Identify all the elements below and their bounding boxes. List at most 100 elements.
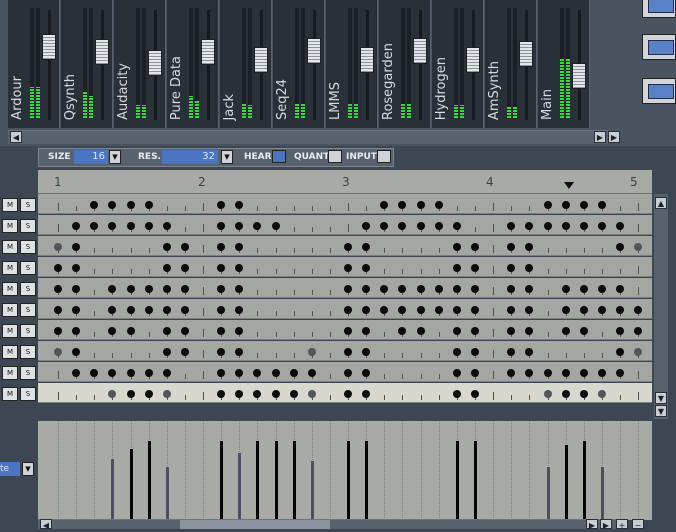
note-dot[interactable] — [434, 201, 443, 209]
note-dot[interactable] — [579, 285, 588, 293]
velocity-mode-field[interactable]: te — [0, 462, 20, 476]
velocity-bar[interactable] — [365, 440, 369, 520]
mixer-scroll-right-end-button[interactable]: ▶ — [608, 131, 620, 143]
note-dot[interactable] — [416, 306, 425, 314]
note-dot[interactable] — [470, 369, 479, 377]
note-dot[interactable] — [162, 390, 171, 398]
velocity-bar[interactable] — [165, 466, 169, 520]
note-dot[interactable] — [235, 327, 244, 335]
size-dropdown-button[interactable]: ▼ — [109, 150, 121, 164]
note-dot[interactable] — [470, 285, 479, 293]
note-dot[interactable] — [162, 348, 171, 356]
note-dot[interactable] — [162, 327, 171, 335]
note-dot[interactable] — [634, 348, 643, 356]
note-dot[interactable] — [579, 306, 588, 314]
note-dot[interactable] — [616, 222, 625, 230]
note-dot[interactable] — [217, 222, 226, 230]
row-mute-button[interactable]: M — [2, 282, 18, 296]
velocity-scroll-left-button[interactable]: ◀ — [40, 519, 52, 530]
note-dot[interactable] — [362, 306, 371, 314]
playhead-marker[interactable] — [564, 182, 575, 189]
note-dot[interactable] — [543, 369, 552, 377]
note-dot[interactable] — [235, 243, 244, 251]
note-dot[interactable] — [470, 327, 479, 335]
note-dot[interactable] — [452, 285, 461, 293]
note-dot[interactable] — [344, 285, 353, 293]
fader-knob[interactable] — [360, 46, 374, 73]
note-dot[interactable] — [162, 306, 171, 314]
note-dot[interactable] — [180, 285, 189, 293]
note-dot[interactable] — [579, 327, 588, 335]
note-dot[interactable] — [634, 306, 643, 314]
note-dot[interactable] — [543, 390, 552, 398]
note-dot[interactable] — [561, 390, 570, 398]
note-dot[interactable] — [452, 327, 461, 335]
note-dot[interactable] — [289, 369, 298, 377]
note-dot[interactable] — [597, 369, 606, 377]
note-dot[interactable] — [634, 243, 643, 251]
velocity-bar[interactable] — [238, 452, 242, 520]
note-dot[interactable] — [561, 306, 570, 314]
note-dot[interactable] — [162, 285, 171, 293]
note-dot[interactable] — [597, 390, 606, 398]
note-dot[interactable] — [579, 222, 588, 230]
note-dot[interactable] — [525, 285, 534, 293]
note-dot[interactable] — [525, 327, 534, 335]
note-dot[interactable] — [271, 222, 280, 230]
velocity-bar[interactable] — [600, 466, 604, 520]
row-solo-button[interactable]: S — [20, 240, 36, 254]
note-dot[interactable] — [452, 348, 461, 356]
note-dot[interactable] — [434, 306, 443, 314]
mixer-scroll-left-button[interactable]: ◀ — [10, 131, 22, 143]
note-dot[interactable] — [72, 243, 81, 251]
velocity-bar[interactable] — [473, 440, 477, 520]
note-dot[interactable] — [616, 348, 625, 356]
note-dot[interactable] — [162, 369, 171, 377]
note-dot[interactable] — [108, 327, 117, 335]
beat-ruler[interactable]: 1 2 3 4 5 — [38, 170, 652, 194]
note-dot[interactable] — [54, 243, 62, 251]
row-mute-button[interactable]: M — [2, 240, 18, 254]
note-dot[interactable] — [561, 327, 570, 335]
note-dot[interactable] — [362, 243, 371, 251]
note-dot[interactable] — [362, 264, 371, 272]
note-dot[interactable] — [307, 348, 316, 356]
note-dot[interactable] — [108, 285, 117, 293]
row-solo-button[interactable]: S — [20, 366, 36, 380]
velocity-lane[interactable] — [38, 421, 652, 520]
row-solo-button[interactable]: S — [20, 345, 36, 359]
mixer-scroll-right-button[interactable]: ▶ — [594, 131, 606, 143]
note-dot[interactable] — [525, 222, 534, 230]
note-dot[interactable] — [561, 285, 570, 293]
note-dot[interactable] — [271, 369, 280, 377]
row-mute-button[interactable]: M — [2, 387, 18, 401]
velocity-bar[interactable] — [129, 448, 133, 520]
pattern-row[interactable] — [38, 299, 652, 319]
zoom-out-button[interactable]: − — [632, 519, 644, 530]
note-dot[interactable] — [54, 264, 62, 272]
note-dot[interactable] — [362, 285, 371, 293]
note-dot[interactable] — [90, 222, 99, 230]
note-dot[interactable] — [144, 306, 153, 314]
pattern-row[interactable] — [38, 236, 652, 256]
velocity-bar[interactable] — [347, 440, 351, 520]
side-panel-button-2[interactable] — [642, 34, 676, 60]
velocity-bar[interactable] — [582, 440, 586, 520]
pattern-row[interactable] — [38, 341, 652, 361]
note-dot[interactable] — [470, 390, 479, 398]
grid-scroll-up-button[interactable]: ▲ — [655, 197, 667, 209]
velocity-bar[interactable] — [111, 458, 115, 520]
note-dot[interactable] — [362, 348, 371, 356]
note-dot[interactable] — [616, 243, 625, 251]
quantize-grid-icon[interactable] — [328, 150, 342, 163]
note-dot[interactable] — [180, 327, 189, 335]
fader-knob[interactable] — [42, 34, 56, 61]
note-dot[interactable] — [507, 348, 516, 356]
note-dot[interactable] — [380, 201, 389, 209]
mixer-horizontal-scrollbar[interactable] — [8, 130, 608, 144]
note-dot[interactable] — [452, 222, 461, 230]
note-dot[interactable] — [126, 327, 135, 335]
note-dot[interactable] — [416, 201, 425, 209]
fader-knob[interactable] — [466, 46, 480, 73]
note-dot[interactable] — [543, 201, 552, 209]
